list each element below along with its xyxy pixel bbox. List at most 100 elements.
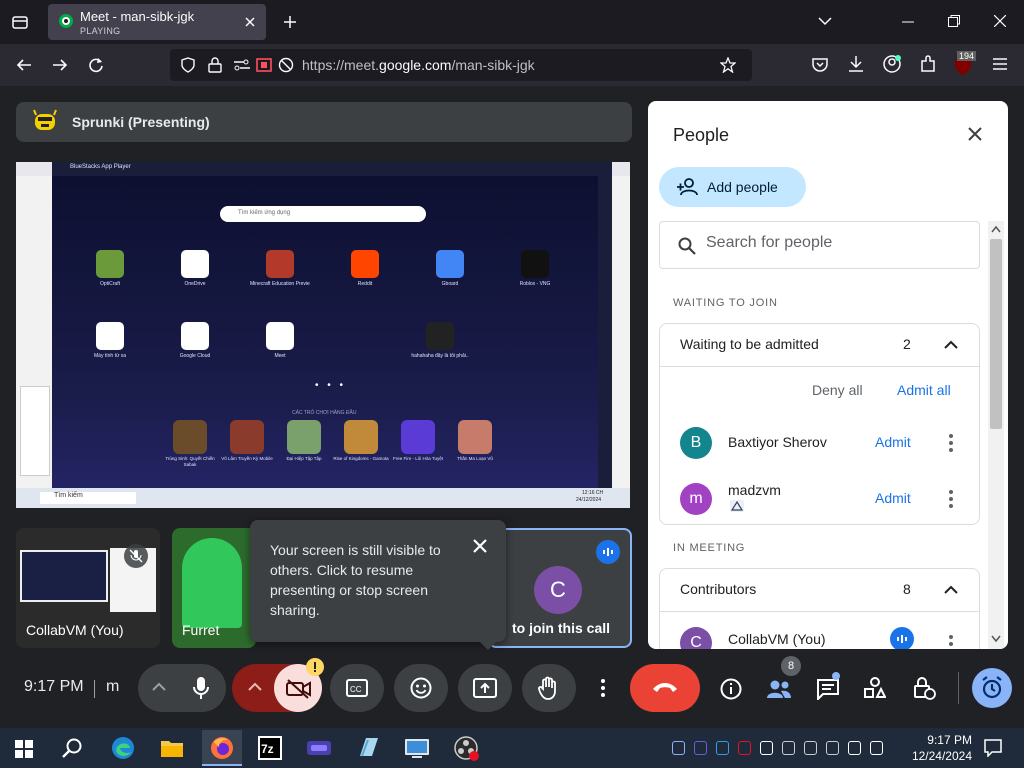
edge-icon[interactable] xyxy=(111,736,135,760)
microphone-control[interactable] xyxy=(138,664,226,712)
android-app-tile: Meet xyxy=(250,322,310,359)
participant-tile-furret[interactable]: Furret xyxy=(172,528,256,648)
tab-close-icon[interactable] xyxy=(244,16,256,28)
camera-control[interactable] xyxy=(232,658,324,712)
deny-all-button[interactable]: Deny all xyxy=(812,382,863,398)
video-options-chevron-icon[interactable] xyxy=(248,682,262,691)
people-panel: People Add people WAITING TO JOIN Waitin… xyxy=(648,101,1008,649)
back-icon[interactable] xyxy=(16,57,32,73)
participant-tile-self[interactable]: CollabVM (You) xyxy=(16,528,160,648)
screen-sharing-indicator-icon[interactable] xyxy=(256,58,272,72)
tray-battery-icon[interactable] xyxy=(782,741,795,755)
tab-list-chevron-icon[interactable] xyxy=(818,16,832,26)
raise-hand-button[interactable] xyxy=(522,664,576,712)
pocket-icon[interactable] xyxy=(811,56,829,74)
camera-warning-icon xyxy=(306,658,324,676)
tray-copilot-icon[interactable] xyxy=(694,741,707,755)
firefox-taskbar-button[interactable] xyxy=(202,730,242,766)
scroll-down-icon[interactable] xyxy=(991,635,1001,643)
taskbar-clock[interactable]: 9:17 PM 12/24/2024 xyxy=(910,732,972,764)
extensions-icon[interactable] xyxy=(919,55,937,73)
tray-volume-icon[interactable] xyxy=(870,741,883,755)
permissions-icon[interactable] xyxy=(234,58,250,72)
address-bar[interactable]: https://meet.google.com/man-sibk-jgk xyxy=(170,49,752,81)
waiting-card-header[interactable]: Waiting to be admitted 2 xyxy=(660,324,979,366)
autoplay-blocked-icon[interactable] xyxy=(278,57,294,73)
android-app-tile: Máy tính từ xa xyxy=(80,322,140,359)
forward-icon[interactable] xyxy=(52,57,68,73)
more-options-icon[interactable] xyxy=(949,635,953,649)
tab-overview-icon[interactable] xyxy=(12,14,28,30)
chat-icon[interactable] xyxy=(816,672,840,700)
timer-button[interactable] xyxy=(972,668,1012,708)
meeting-code[interactable]: m xyxy=(106,678,119,696)
7zip-icon[interactable]: 7z xyxy=(258,736,282,760)
obs-record-icon[interactable] xyxy=(454,736,480,762)
participant-tile-joining[interactable]: C to join this call xyxy=(488,528,632,648)
tray-network-icon[interactable] xyxy=(848,741,861,755)
screen-visible-toast[interactable]: Your screen is still visible to others. … xyxy=(250,520,506,650)
game-icon xyxy=(173,420,207,454)
tray-defender-icon[interactable] xyxy=(738,741,751,755)
app-purple-icon[interactable] xyxy=(306,736,332,760)
browser-tab-meet[interactable]: Meet - man-sibk-jgk PLAYING xyxy=(48,4,266,40)
game-tile: Rise of Kingdoms - Gamota xyxy=(333,420,389,468)
reactions-button[interactable] xyxy=(394,664,448,712)
reload-icon[interactable] xyxy=(88,57,104,73)
more-options-icon[interactable] xyxy=(949,490,953,511)
notifications-icon[interactable] xyxy=(984,739,1002,757)
activities-icon[interactable] xyxy=(864,677,886,699)
leave-call-button[interactable] xyxy=(630,664,700,712)
downloads-icon[interactable] xyxy=(847,55,865,73)
ublock-extension-icon[interactable]: 194 xyxy=(953,51,977,77)
host-controls-icon[interactable] xyxy=(912,676,936,700)
tray-app-icon[interactable] xyxy=(716,741,729,755)
admit-button[interactable]: Admit xyxy=(875,434,911,450)
bluestacks-titlebar: BlueStacks App Player xyxy=(52,162,612,176)
app-notebook-icon[interactable] xyxy=(356,736,380,760)
tracking-shield-icon[interactable] xyxy=(180,57,196,73)
people-search[interactable] xyxy=(659,221,980,269)
admit-button[interactable]: Admit xyxy=(875,490,911,506)
window-close-icon[interactable] xyxy=(994,15,1006,27)
account-icon[interactable] xyxy=(883,55,901,73)
audio-options-chevron-icon[interactable] xyxy=(152,682,166,691)
chevron-up-icon[interactable] xyxy=(944,585,958,594)
panel-scroll-thumb[interactable] xyxy=(990,239,1002,429)
admit-all-button[interactable]: Admit all xyxy=(897,382,951,398)
restore-icon[interactable] xyxy=(948,15,960,27)
captions-button[interactable]: CC xyxy=(330,664,384,712)
contributors-card-header[interactable]: Contributors 8 xyxy=(660,569,979,611)
android-app-label: OneDrive xyxy=(184,281,206,287)
file-explorer-icon[interactable] xyxy=(160,738,184,758)
windows-start-icon[interactable] xyxy=(15,740,33,758)
microphone-icon[interactable] xyxy=(192,676,210,700)
more-options-icon[interactable] xyxy=(949,434,953,455)
tray-camera-icon[interactable] xyxy=(826,741,839,755)
toast-close-icon[interactable] xyxy=(472,538,488,554)
scroll-up-icon[interactable] xyxy=(991,225,1001,233)
minimize-icon[interactable] xyxy=(902,21,914,23)
bookmark-star-icon[interactable] xyxy=(720,57,736,73)
tray-mic-icon[interactable] xyxy=(672,741,685,755)
people-icon[interactable] xyxy=(766,679,792,699)
chevron-up-icon[interactable] xyxy=(944,340,958,349)
people-search-input[interactable] xyxy=(706,234,966,252)
more-options-button[interactable] xyxy=(586,664,620,712)
lock-icon[interactable] xyxy=(208,57,222,73)
add-people-button[interactable]: Add people xyxy=(659,167,806,207)
url-text[interactable]: https://meet.google.com/man-sibk-jgk xyxy=(302,57,535,73)
app-menu-icon[interactable] xyxy=(992,57,1008,71)
meeting-details-icon[interactable] xyxy=(720,678,742,700)
tray-microphone-icon[interactable] xyxy=(804,741,817,755)
panel-scrollbar[interactable] xyxy=(988,221,1004,649)
remote-desktop-icon[interactable] xyxy=(404,736,430,760)
present-button[interactable] xyxy=(458,664,512,712)
new-tab-icon[interactable] xyxy=(282,14,298,30)
tile-label-joining: to join this call xyxy=(512,620,611,636)
game-label: Rise of Kingdoms - Gamota xyxy=(333,456,389,461)
close-panel-icon[interactable] xyxy=(968,127,982,141)
taskbar-search-icon[interactable] xyxy=(62,738,82,758)
presenter-avatar xyxy=(32,109,58,135)
tray-security-icon[interactable] xyxy=(760,741,773,755)
